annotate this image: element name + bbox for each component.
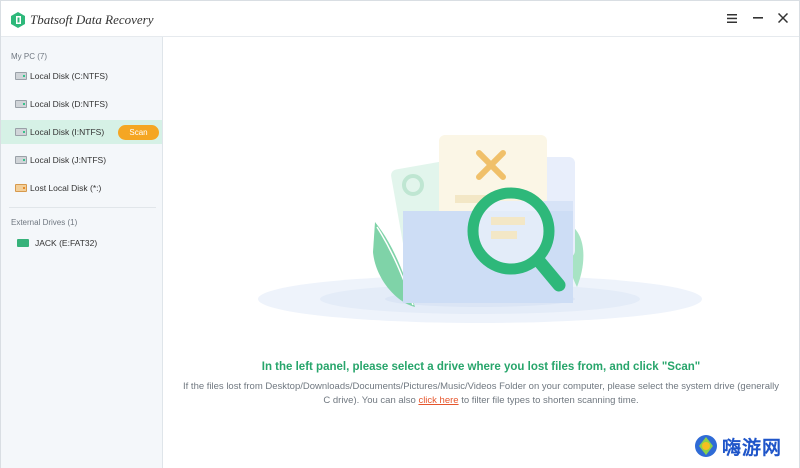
app-window: Tbatsoft Data Recovery My PC (7) Local D… — [0, 0, 800, 468]
sidebar-divider — [9, 207, 156, 208]
usb-drive-icon — [17, 239, 29, 247]
drive-item-j[interactable]: Local Disk (J:NTFS) — [1, 148, 162, 172]
instruction-description: If the files lost from Desktop/Downloads… — [183, 380, 779, 408]
hard-disk-icon — [15, 100, 27, 108]
external-drives-label: External Drives (1) — [11, 218, 78, 227]
scan-button[interactable]: Scan — [118, 125, 159, 140]
drive-label: JACK (E:FAT32) — [35, 238, 98, 248]
close-icon — [778, 13, 788, 23]
drive-item-d[interactable]: Local Disk (D:NTFS) — [1, 92, 162, 116]
close-button[interactable] — [772, 7, 794, 29]
drive-label: Local Disk (D:NTFS) — [30, 99, 108, 109]
drive-item-c[interactable]: Local Disk (C:NTFS) — [1, 64, 162, 88]
drive-item-usb-jack[interactable]: JACK (E:FAT32) — [1, 231, 162, 255]
menu-button[interactable] — [721, 7, 743, 29]
app-logo-icon — [11, 12, 25, 28]
sidebar: My PC (7) Local Disk (C:NTFS) Local Disk… — [1, 37, 163, 468]
app-title: Tbatsoft Data Recovery — [30, 12, 154, 27]
watermark-text: 嗨游网 — [722, 437, 783, 459]
drive-label: Local Disk (C:NTFS) — [30, 71, 108, 81]
my-pc-label: My PC (7) — [11, 52, 47, 61]
description-text-end: to filter file types to shorten scanning… — [458, 395, 639, 406]
folder-magnifier-illustration — [258, 135, 702, 323]
hard-disk-icon — [15, 128, 27, 136]
lost-disk-icon — [15, 184, 27, 192]
filter-file-types-link[interactable]: click here — [418, 395, 458, 406]
minimize-button[interactable] — [747, 7, 769, 29]
watermark: 嗨游网 — [694, 431, 798, 461]
minimize-icon — [753, 17, 763, 19]
watermark-logo-icon — [695, 435, 717, 457]
hard-disk-icon — [15, 72, 27, 80]
hard-disk-icon — [15, 156, 27, 164]
drive-item-lost[interactable]: Lost Local Disk (*:) — [1, 176, 162, 200]
drive-label: Local Disk (J:NTFS) — [30, 155, 107, 165]
instruction-headline: In the left panel, please select a drive… — [261, 361, 701, 373]
menu-icon — [727, 13, 737, 23]
main-panel: In the left panel, please select a drive… — [163, 37, 799, 468]
drive-label: Local Disk (I:NTFS) — [30, 127, 105, 137]
drive-item-i[interactable]: Local Disk (I:NTFS) Scan — [1, 120, 162, 144]
drive-label: Lost Local Disk (*:) — [30, 183, 102, 193]
title-bar: Tbatsoft Data Recovery — [1, 1, 799, 37]
